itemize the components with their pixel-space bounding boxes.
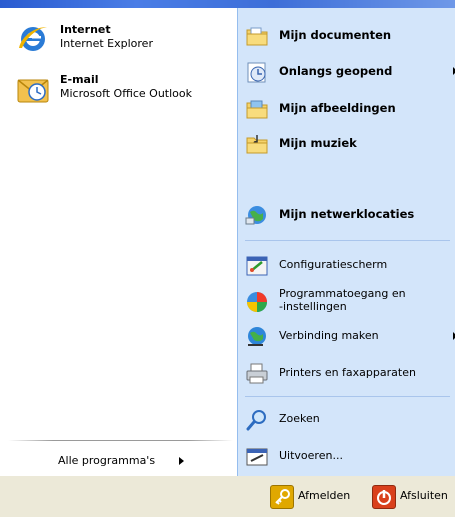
menu-item-my-pictures[interactable]: Mijn afbeeldingen [245,95,455,123]
menu-item-label: Mijn documenten [279,28,392,42]
start-menu-header-bar [0,0,455,8]
run-icon [245,445,269,469]
menu-item-network-places[interactable]: Mijn netwerklocaties [245,201,455,229]
menu-item-label: Zoeken [279,412,320,425]
menu-item-label: Mijn afbeeldingen [279,101,396,115]
system-divider [245,396,450,397]
control-panel-icon [245,254,269,278]
music-folder-icon [245,132,269,156]
menu-item-label: Onlangs geopend [279,64,393,78]
all-programs-label: Alle programma's [58,454,156,467]
all-programs-divider [8,440,233,441]
search-icon [245,408,269,432]
menu-item-recent-documents[interactable]: Onlangs geopend [245,58,455,86]
pinned-email-title: E-mail [60,73,99,86]
menu-item-search[interactable]: Zoeken [245,406,455,434]
menu-item-my-documents[interactable]: Mijn documenten [245,22,455,50]
chevron-right-icon [179,457,184,465]
logoff-label: Afmelden [298,489,351,502]
key-icon [270,485,294,509]
pinned-email-subtitle: Microsoft Office Outlook [60,87,192,100]
documents-folder-icon [245,24,269,48]
outlook-icon [16,72,50,106]
network-places-icon [245,203,269,227]
printers-icon [245,362,269,386]
internet-explorer-icon [16,22,50,56]
recent-documents-icon [245,60,269,84]
menu-item-control-panel[interactable]: Configuratiescherm [245,252,455,280]
menu-item-label: Mijn netwerklocaties [279,207,415,221]
menu-item-label: Configuratiescherm [279,258,388,271]
menu-item-label: Uitvoeren... [279,449,343,462]
all-programs-button[interactable]: Alle programma's [0,448,237,474]
menu-item-label-continuation: -instellingen [279,300,347,313]
connect-to-icon [245,325,269,349]
program-access-icon [245,290,269,314]
logoff-button[interactable]: Afmelden [270,485,360,509]
menu-item-my-music[interactable]: Mijn muziek [245,130,455,158]
menu-item-printers[interactable]: Printers en faxapparaten [245,360,455,388]
menu-item-run[interactable]: Uitvoeren... [245,443,455,471]
pinned-internet-explorer[interactable]: Internet Internet Explorer [16,20,231,58]
menu-item-label: Printers en faxapparaten [279,366,416,379]
menu-item-program-access[interactable]: Programmatoegang en -instellingen [245,286,455,320]
menu-item-connect-to[interactable]: Verbinding maken [245,323,455,351]
pinned-internet-subtitle: Internet Explorer [60,37,153,50]
menu-item-label: Mijn muziek [279,136,357,150]
pinned-email-outlook[interactable]: E-mail Microsoft Office Outlook [16,70,231,108]
pinned-internet-title: Internet [60,23,111,36]
places-divider [245,240,450,241]
shutdown-label: Afsluiten [400,489,448,502]
menu-item-label: Verbinding maken [279,329,379,342]
menu-item-label: Programmatoegang en [279,287,406,300]
pictures-folder-icon [245,97,269,121]
power-icon [372,485,396,509]
shutdown-button[interactable]: Afsluiten [372,485,455,509]
